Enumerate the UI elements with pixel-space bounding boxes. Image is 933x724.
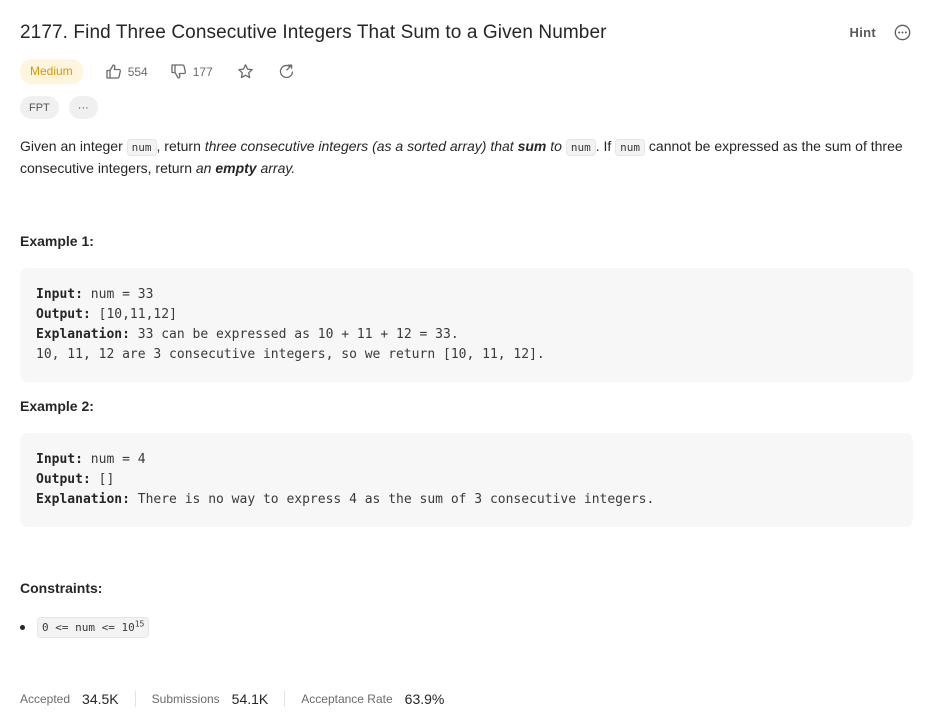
- top-actions: Hint: [850, 24, 911, 41]
- constraints-title: Constraints:: [20, 580, 103, 596]
- explanation-value: 33 can be expressed as 10 + 11 + 12 = 33…: [129, 327, 459, 342]
- constraint-code: 0 <= num <= 1015: [37, 617, 150, 638]
- dislike-button[interactable]: 177: [170, 63, 213, 80]
- explanation-value: 10, 11, 12 are 3 consecutive integers, s…: [36, 347, 545, 362]
- company-tag[interactable]: FPT: [20, 96, 59, 119]
- explanation-label: Explanation:: [36, 492, 130, 507]
- code-num: num: [126, 139, 157, 156]
- divider: [134, 691, 136, 707]
- desc-emphasis: to: [546, 138, 566, 154]
- example-1-title: Example 1:: [20, 233, 94, 249]
- desc-text: . If: [595, 138, 616, 154]
- desc-emphasis: an: [195, 160, 216, 176]
- input-value: num = 33: [82, 287, 154, 302]
- more-tags-button[interactable]: ···: [68, 96, 98, 119]
- desc-emphasis: array.: [256, 160, 296, 176]
- desc-text: , return: [156, 138, 205, 154]
- explanation-label: Explanation:: [36, 327, 130, 342]
- example-2-title: Example 2:: [20, 398, 94, 414]
- more-options-icon[interactable]: [894, 24, 911, 41]
- code-num: num: [615, 139, 646, 156]
- input-label: Input:: [36, 287, 83, 302]
- accepted-label: Accepted: [20, 692, 71, 706]
- desc-emphasis: three consecutive integers (as a sorted …: [204, 138, 518, 154]
- desc-strong: sum: [517, 138, 547, 154]
- submissions-label: Submissions: [151, 692, 220, 706]
- like-count: 554: [127, 64, 148, 79]
- constraint-item: 0 <= num <= 1015: [20, 617, 150, 638]
- constraint-exponent: 15: [134, 619, 145, 629]
- thumbs-down-icon: [170, 63, 187, 80]
- input-label: Input:: [36, 452, 83, 467]
- acceptance-rate-value: 63.9%: [404, 691, 445, 707]
- share-icon[interactable]: [278, 63, 295, 80]
- acceptance-rate-label: Acceptance Rate: [301, 692, 393, 706]
- problem-meta: Medium 554 177: [20, 59, 295, 84]
- divider: [284, 691, 286, 707]
- like-button[interactable]: 554: [105, 63, 148, 80]
- dislike-count: 177: [192, 64, 213, 79]
- stats-bar: Accepted 34.5K Submissions 54.1K Accepta…: [20, 691, 444, 707]
- code-num: num: [565, 139, 596, 156]
- output-value: []: [90, 472, 115, 487]
- explanation-value: There is no way to express 4 as the sum …: [129, 492, 655, 507]
- output-label: Output:: [36, 307, 91, 322]
- accepted-value: 34.5K: [82, 691, 119, 707]
- example-2-box: Input: num = 4 Output: [] Explanation: T…: [20, 433, 913, 527]
- tags-row: FPT ···: [20, 96, 98, 119]
- star-icon[interactable]: [237, 63, 254, 80]
- constraint-text: 0 <= num <= 10: [42, 621, 135, 634]
- desc-text: Given an integer: [20, 138, 127, 154]
- page-title: 2177. Find Three Consecutive Integers Th…: [20, 22, 607, 43]
- example-1-box: Input: num = 33 Output: [10,11,12] Expla…: [20, 268, 913, 382]
- output-label: Output:: [36, 472, 91, 487]
- submissions-value: 54.1K: [231, 691, 269, 707]
- output-value: [10,11,12]: [90, 307, 177, 322]
- bullet: [20, 625, 25, 630]
- problem-description: Given an integer num, return three conse…: [20, 136, 915, 179]
- thumbs-up-icon: [105, 63, 122, 80]
- difficulty-badge: Medium: [20, 59, 83, 84]
- desc-strong: empty: [215, 160, 257, 176]
- hint-button[interactable]: Hint: [850, 25, 876, 40]
- input-value: num = 4: [82, 452, 146, 467]
